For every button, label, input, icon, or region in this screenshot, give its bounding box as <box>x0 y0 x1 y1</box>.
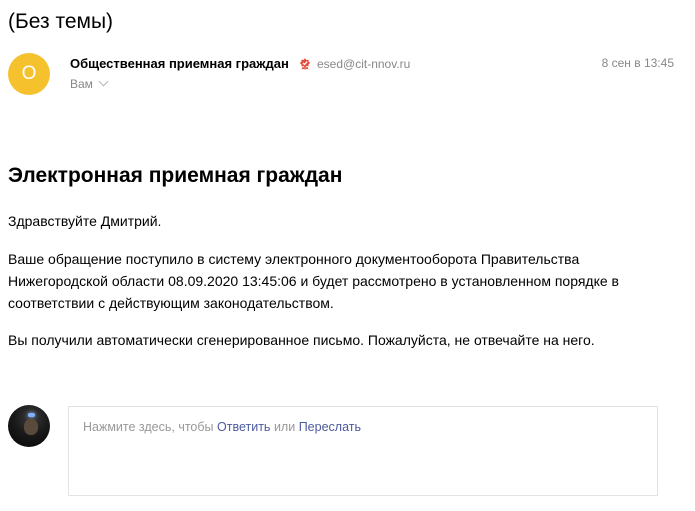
recipient-label: Вам <box>70 77 93 91</box>
body-heading: Электронная приемная граждан <box>8 164 343 187</box>
quick-reply-prompt: Нажмите здесь, чтобы Ответить или Пересл… <box>83 420 361 435</box>
avatar-face <box>24 419 38 435</box>
reply-link[interactable]: Ответить <box>217 420 270 434</box>
email-view: (Без темы) О Общественная приемная гражд… <box>0 0 695 511</box>
reply-prefix: Нажмите здесь, чтобы <box>83 420 214 434</box>
email-subject: (Без темы) <box>8 10 114 33</box>
reply-separator: или <box>273 420 296 434</box>
forward-link[interactable]: Переслать <box>299 420 361 434</box>
auto-notice-paragraph: Вы получили автоматически сгенерированно… <box>8 332 595 348</box>
user-avatar[interactable] <box>8 405 50 447</box>
sender-avatar[interactable]: О <box>8 53 50 95</box>
avatar-headlamp <box>28 413 35 417</box>
chevron-down-icon <box>98 76 109 87</box>
verified-sender-icon[interactable] <box>299 57 311 70</box>
sender-name[interactable]: Общественная приемная граждан <box>70 56 289 72</box>
status-paragraph: Ваше обращение поступило в систему элект… <box>8 251 619 311</box>
sender-email[interactable]: esed@cit-nnov.ru <box>317 57 410 71</box>
email-date: 8 сен в 13:45 <box>601 56 674 70</box>
greeting-paragraph: Здравствуйте Дмитрий. <box>8 213 162 229</box>
quick-reply-box[interactable]: Нажмите здесь, чтобы Ответить или Пересл… <box>68 406 658 496</box>
recipient-toggle[interactable]: Вам <box>70 76 109 91</box>
